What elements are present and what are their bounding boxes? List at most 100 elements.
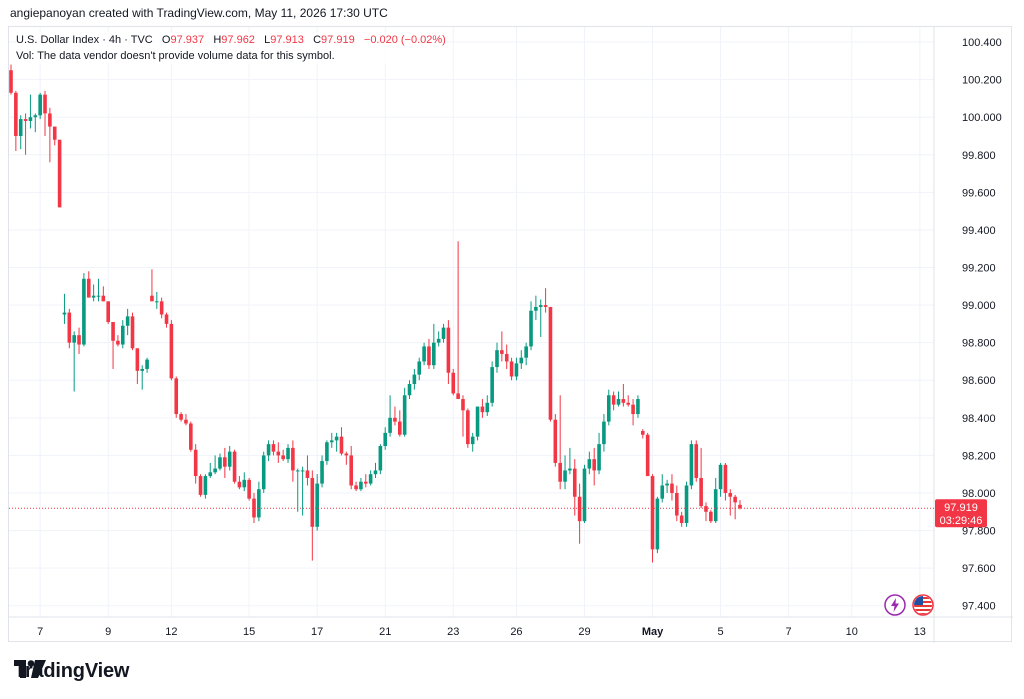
candle-body (106, 301, 110, 322)
us-flag-icon[interactable] (912, 594, 934, 616)
y-tick-label: 98.400 (962, 413, 996, 425)
candle-body (193, 449, 198, 477)
candle-body (446, 327, 451, 373)
x-tick-label: 26 (510, 626, 522, 638)
x-tick-label: 5 (717, 626, 723, 638)
candle-body (645, 434, 650, 477)
candle-body (422, 346, 426, 362)
candle-body (242, 479, 247, 488)
candle-body (470, 436, 475, 445)
candle-body (325, 442, 329, 462)
x-tick-label: 21 (379, 626, 391, 638)
candle-body (116, 340, 120, 345)
y-tick-label: 98.800 (962, 338, 996, 350)
candle-body (77, 335, 81, 345)
candle-body (213, 468, 217, 473)
lightning-icon[interactable] (884, 594, 906, 616)
candle-body (524, 346, 528, 358)
x-tick-label: 7 (786, 626, 792, 638)
candle-body (281, 455, 285, 460)
candle-body (223, 457, 227, 467)
candle-body (174, 378, 179, 415)
candle-body (660, 485, 665, 499)
candle-body (417, 361, 422, 375)
candle-body (315, 483, 319, 527)
candle-body (125, 316, 130, 326)
candle-body (344, 453, 349, 456)
candle-body (568, 468, 572, 471)
x-tick-label: May (642, 626, 664, 638)
y-tick-label: 100.400 (962, 37, 1002, 49)
candle-body (490, 367, 494, 403)
candle-body (62, 312, 67, 315)
candle-body (626, 402, 631, 405)
candle-body (82, 278, 86, 345)
tradingview-footer[interactable]: TradingView (14, 660, 129, 683)
candle-body (407, 384, 412, 396)
candle-body (655, 498, 660, 550)
candle-body (23, 119, 28, 121)
candle-body (145, 359, 149, 369)
candle-body (378, 446, 383, 471)
y-tick-label: 97.600 (962, 563, 996, 575)
candle-body (295, 470, 300, 472)
candle-body (96, 295, 101, 297)
candle-body (57, 139, 62, 208)
candle-body (670, 483, 674, 493)
candlestick-chart[interactable]: 97.400 97.600 97.800 98.000 98.200 98.400 98.6… (9, 27, 1013, 643)
candle-body (48, 113, 52, 127)
candle-body (553, 419, 558, 463)
y-tick-label: 99.000 (962, 300, 996, 312)
candle-body (636, 399, 640, 415)
candle-body (402, 395, 407, 435)
candle-body (198, 476, 203, 495)
candle-body (480, 406, 485, 413)
candle-body (354, 485, 358, 490)
candle-body (261, 455, 266, 490)
legend-symbol[interactable]: U.S. Dollar Index · 4h · TVC (16, 34, 153, 46)
candle-body (310, 477, 315, 527)
chart-pane[interactable]: 97.400 97.600 97.800 98.000 98.200 98.400 98.6… (8, 26, 1013, 643)
candle-body (733, 496, 737, 503)
candle-body (611, 395, 616, 405)
candle-body (33, 115, 38, 118)
candle-body (189, 423, 193, 450)
candle-body (689, 444, 694, 486)
candle-body (728, 492, 733, 497)
candle-body (451, 372, 456, 394)
candle-body (363, 481, 368, 484)
candle-body (577, 496, 582, 522)
y-tick-label: 99.600 (962, 187, 996, 199)
symbol-legend: U.S. Dollar Index · 4h · TVC O97.937 H97… (16, 32, 446, 64)
y-tick-label: 97.800 (962, 526, 996, 538)
candle-body (300, 470, 305, 472)
candle-body (159, 301, 164, 315)
candle-body (218, 457, 222, 469)
candle-body (509, 361, 514, 377)
candle-body (18, 119, 23, 136)
candle-body (641, 430, 645, 435)
candle-body (475, 406, 480, 437)
x-tick-label: 17 (311, 626, 323, 638)
candle-body (72, 335, 76, 343)
y-tick-label: 98.000 (962, 488, 996, 500)
candle-body (606, 395, 611, 422)
candle-body (558, 462, 562, 482)
candle-body (208, 472, 213, 477)
candle-body (38, 94, 42, 116)
candle-body (111, 322, 115, 341)
candle-body (320, 461, 324, 484)
candle-body (495, 350, 499, 368)
candle-body (534, 306, 538, 311)
candle-body (120, 325, 125, 345)
candle-body (169, 323, 174, 379)
candle-body (203, 476, 208, 495)
candle-body (227, 451, 232, 467)
candle-body (713, 489, 718, 522)
y-tick-label: 99.200 (962, 263, 996, 275)
candle-body (184, 419, 188, 424)
candle-body (28, 117, 33, 121)
x-tick-label: 10 (846, 626, 858, 638)
candle-body (592, 459, 596, 471)
candle-body (276, 451, 281, 456)
